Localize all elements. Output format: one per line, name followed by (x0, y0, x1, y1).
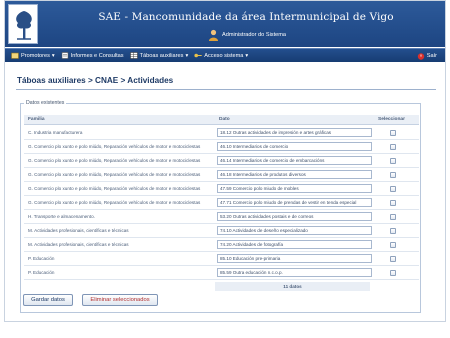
save-button[interactable]: Gardar datos (23, 294, 73, 306)
dato-field[interactable]: 47.71 Comercio polo miudo de prendas de … (217, 198, 372, 207)
user-avatar-icon (209, 29, 218, 41)
table-row: H. Transporte e almacenamento. 53.20 Out… (24, 210, 419, 224)
familia-cell: H. Transporte e almacenamento. (28, 214, 95, 219)
app-title: SAE - Mancomunidade da área Intermunicip… (98, 11, 394, 23)
table-row: G. Comercio plo xunto e polo miúdo, Repa… (24, 168, 419, 182)
chevron-down-icon: ▾ (51, 52, 55, 59)
main-nav: Promotores ▾ Informes e Consultas Táboas … (5, 48, 445, 62)
select-checkbox[interactable] (390, 186, 396, 192)
column-header-dato: Dato (219, 117, 230, 122)
dato-field[interactable]: 46.14 Intermediarios de comercio de emba… (217, 156, 372, 165)
user-name: Administrador do Sistema (222, 32, 287, 38)
select-checkbox[interactable] (390, 144, 396, 150)
record-count: 11 datos (215, 282, 370, 291)
select-checkbox[interactable] (390, 158, 396, 164)
key-icon (194, 53, 202, 58)
table-row: M. Actividades profesionais, científicas… (24, 238, 419, 252)
nav-promotores[interactable]: Promotores ▾ (11, 52, 55, 59)
table-row: G. Comercio plo xunto e polo miúdo, Repa… (24, 196, 419, 210)
existing-data-fieldset: Datos existentes Familia Dato Selecciona… (20, 100, 421, 313)
delete-selected-button[interactable]: Eliminar seleccionados (82, 294, 158, 306)
nav-taboas[interactable]: Táboas auxiliares ▾ (129, 52, 189, 59)
chevron-down-icon: ▾ (245, 52, 249, 59)
dato-field[interactable]: 46.18 Intermediarios de produtos diverso… (217, 170, 372, 179)
familia-cell: G. Comercio plo xunto e polo miúdo, Repa… (28, 144, 201, 149)
select-checkbox[interactable] (390, 172, 396, 178)
dato-field[interactable]: 74.10 Actividades de deseño especializad… (217, 226, 372, 235)
familia-cell: M. Actividades profesionais, científicas… (28, 228, 129, 233)
tables-icon (129, 52, 138, 59)
dato-field[interactable]: 85.59 Outra educación n.c.o.p. (217, 268, 372, 277)
familia-cell: G. Comercio plo xunto e polo miúdo, Repa… (28, 186, 201, 191)
fieldset-legend: Datos existentes (24, 100, 67, 106)
table-row: M. Actividades profesionais, científicas… (24, 224, 419, 238)
select-checkbox[interactable] (390, 214, 396, 220)
table-header: Familia Dato Seleccionar (24, 115, 419, 125)
dato-field[interactable]: 18.12 Outras actividades de impresión e … (217, 128, 372, 137)
tree-logo-icon (8, 4, 38, 44)
promoters-icon (11, 52, 19, 59)
familia-cell: G. Comercio plo xunto e polo miúdo, Repa… (28, 172, 201, 177)
nav-acceso-label: Acceso sistema (204, 52, 244, 59)
breadcrumb: Táboas auxiliares > CNAE > Actividades (17, 76, 174, 85)
table-row: P. Educación 85.59 Outra educación n.c.o… (24, 266, 419, 280)
select-checkbox[interactable] (390, 256, 396, 262)
select-checkbox[interactable] (390, 200, 396, 206)
app-header: SAE - Mancomunidade da área Intermunicip… (5, 1, 445, 47)
familia-cell: G. Comercio plo xunto e polo miúdo, Repa… (28, 158, 201, 163)
nav-informes-label: Informes e Consultas (70, 52, 124, 59)
familia-cell: C. Industria manufacturera (28, 130, 83, 135)
chevron-down-icon: ▾ (185, 52, 189, 59)
exit-icon (417, 52, 424, 60)
table-row: C. Industria manufacturera 18.12 Outras … (24, 126, 419, 140)
nav-taboas-label: Táboas auxiliares (139, 52, 184, 59)
select-checkbox[interactable] (390, 130, 396, 136)
user-info: Administrador do Sistema (208, 28, 286, 42)
dato-field[interactable]: 47.59 Comercio polo miudo de mobles (217, 184, 372, 193)
column-header-seleccionar: Seleccionar (378, 117, 405, 122)
familia-cell: P. Educación (28, 270, 55, 275)
dato-field[interactable]: 53.20 Outras actividades postais e de co… (217, 212, 372, 221)
exit-button[interactable]: Saír (417, 49, 437, 63)
familia-cell: G. Comercio plo xunto e polo miúdo, Repa… (28, 200, 201, 205)
table-row: G. Comercio plo xunto e polo miúdo, Repa… (24, 154, 419, 168)
familia-cell: M. Actividades profesionais, científicas… (28, 242, 129, 247)
dato-field[interactable]: 46.10 Intermediarios de comercio (217, 142, 372, 151)
dato-field[interactable]: 74.20 Actividades de fotografía (217, 240, 372, 249)
exit-label: Saír (426, 53, 437, 59)
dato-field[interactable]: 85.10 Educación pre-primaria (217, 254, 372, 263)
nav-acceso[interactable]: Acceso sistema ▾ (194, 52, 248, 59)
select-checkbox[interactable] (390, 228, 396, 234)
select-checkbox[interactable] (390, 242, 396, 248)
table-row: G. Comercio plo xunto e polo miúdo, Repa… (24, 182, 419, 196)
table-row: P. Educación 85.10 Educación pre-primari… (24, 252, 419, 266)
nav-informes[interactable]: Informes e Consultas (61, 52, 124, 59)
select-checkbox[interactable] (390, 270, 396, 276)
divider (16, 89, 436, 90)
app-frame: SAE - Mancomunidade da área Intermunicip… (4, 0, 446, 322)
familia-cell: P. Educación (28, 256, 55, 261)
reports-icon (61, 52, 69, 59)
table-row: G. Comercio plo xunto e polo miúdo, Repa… (24, 140, 419, 154)
column-header-familia: Familia (28, 117, 45, 122)
nav-promotores-label: Promotores (21, 52, 50, 59)
